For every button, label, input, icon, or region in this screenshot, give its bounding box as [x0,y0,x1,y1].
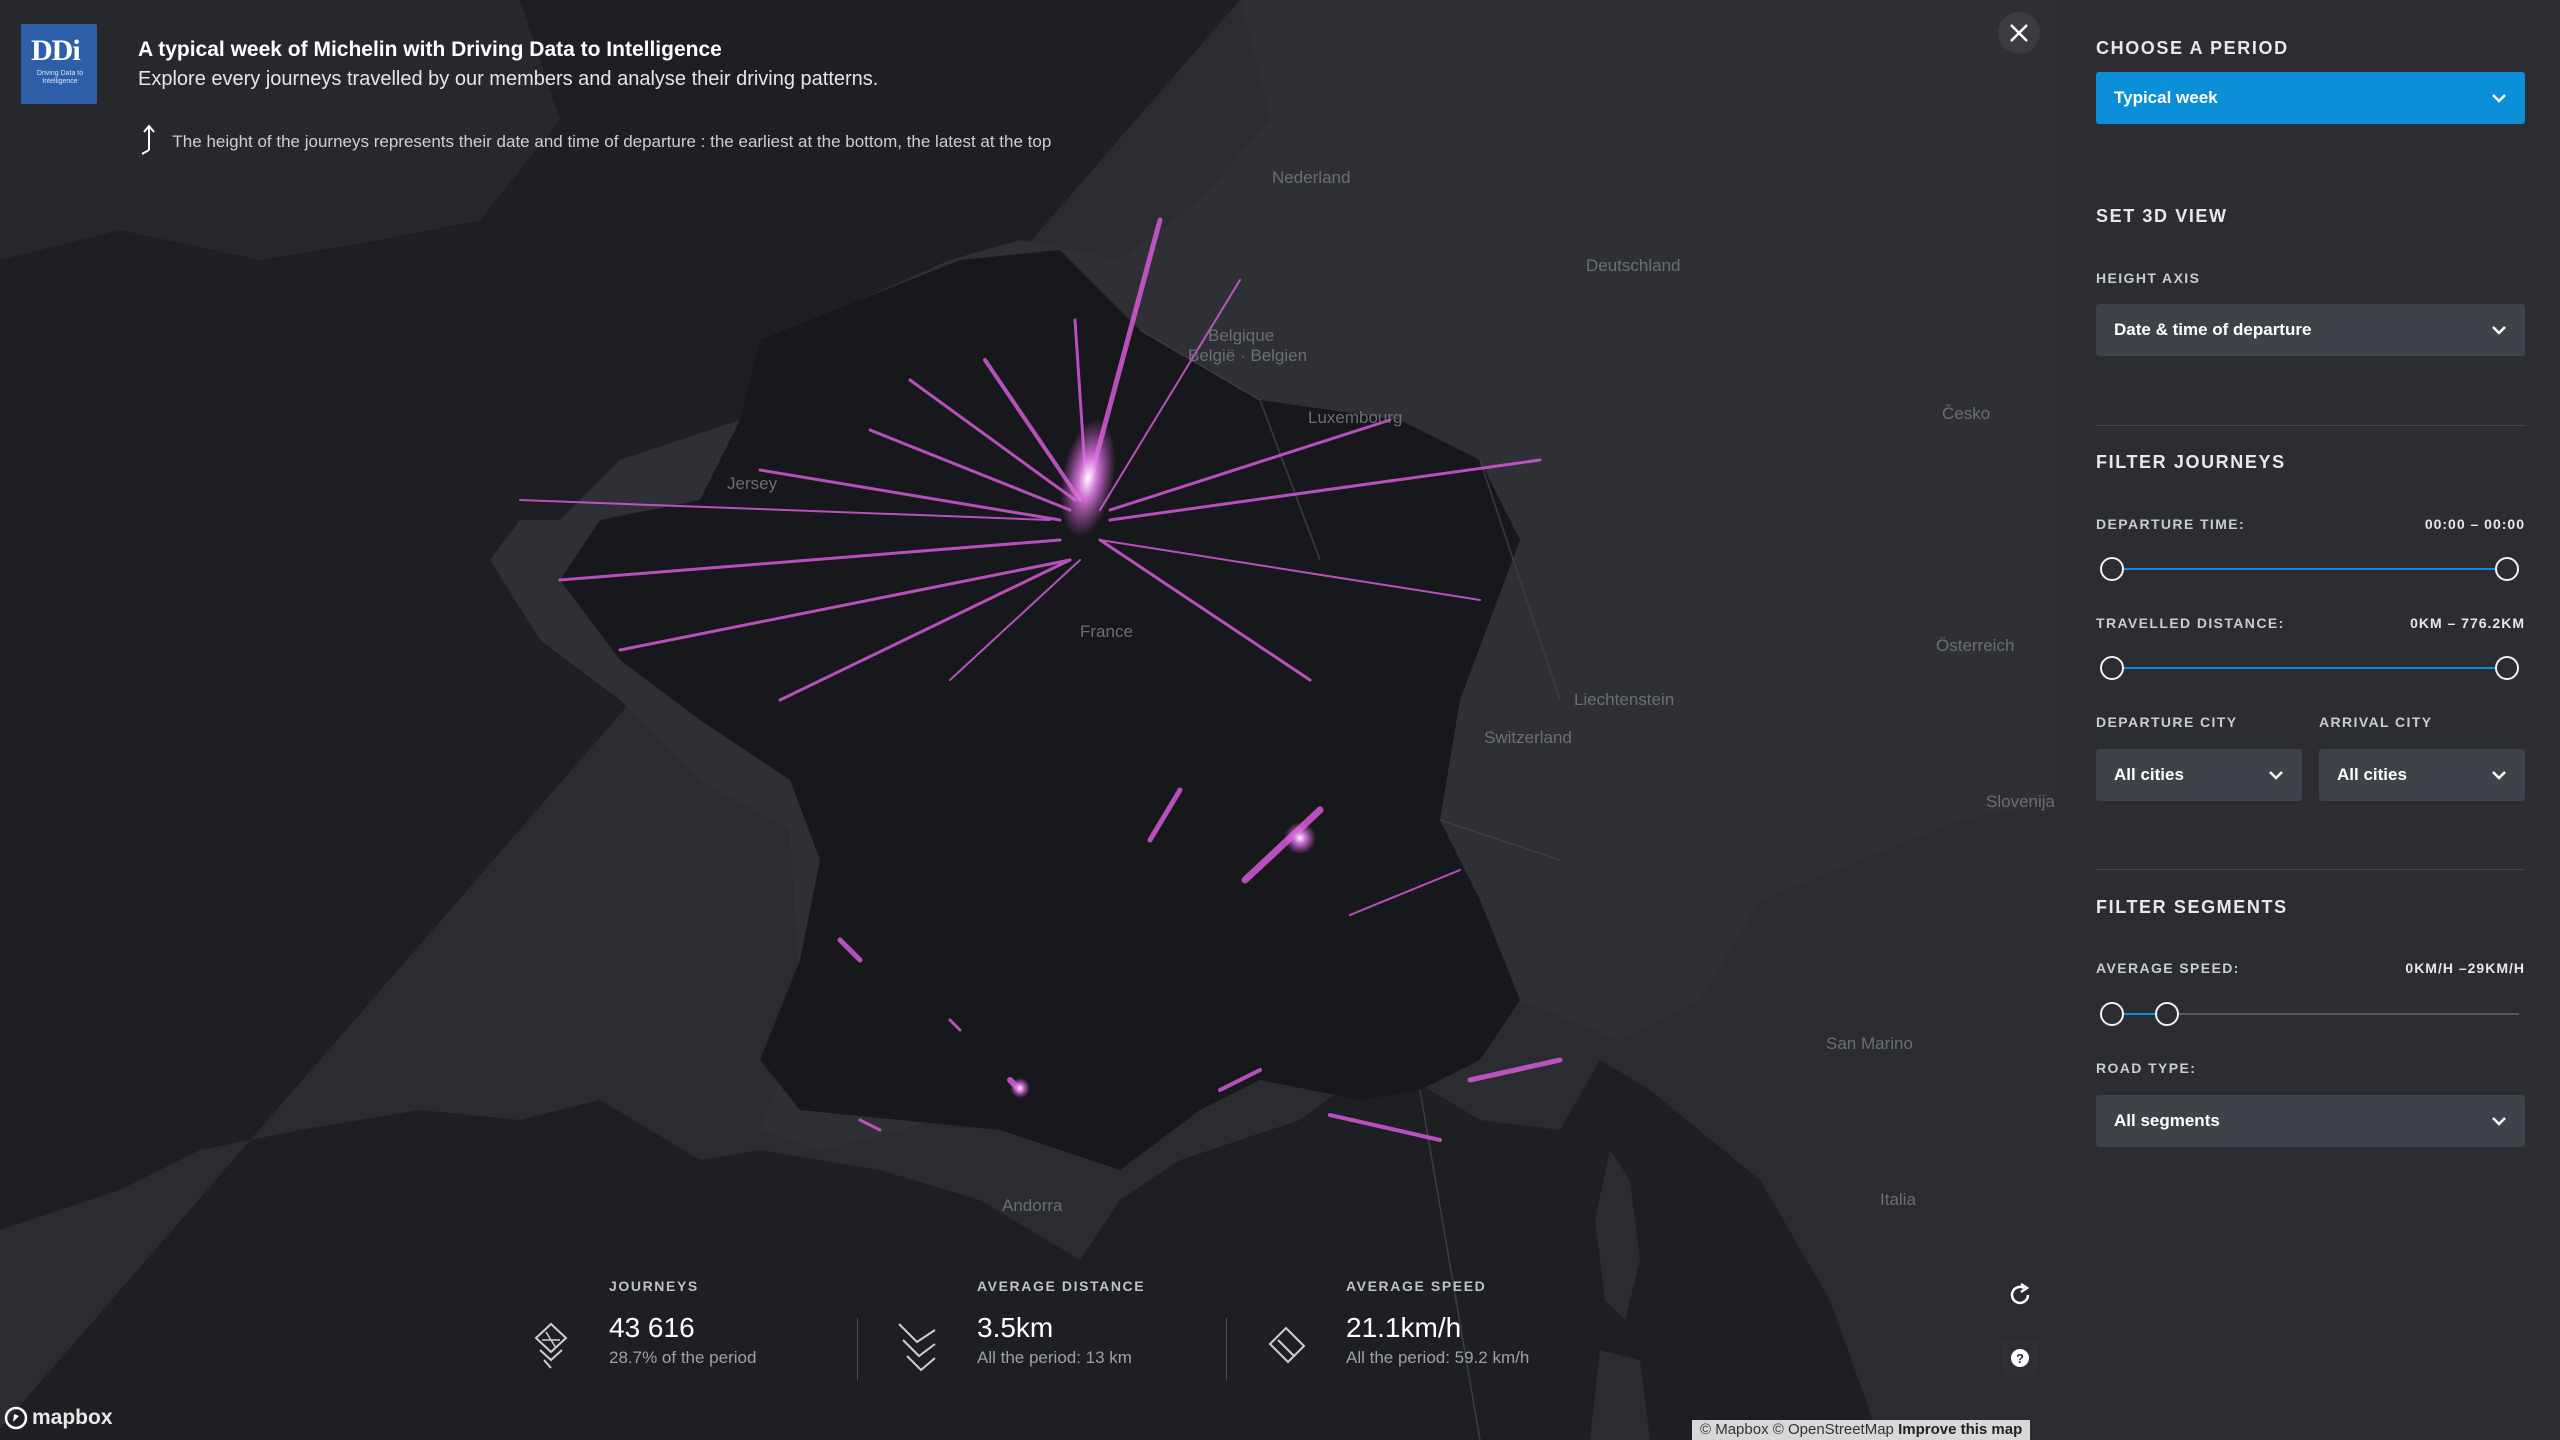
slider-thumb-max[interactable] [2495,557,2519,581]
improve-map-link[interactable]: Improve this map [1898,1421,2022,1438]
stat-sub: All the period: 59.2 km/h [1346,1348,1530,1367]
stat-sub: 28.7% of the period [609,1348,757,1367]
mapbox-wordmark: mapbox [32,1406,113,1429]
height-axis-select-value: Date & time of departure [2114,320,2312,339]
period-heading: CHOOSE A PERIOD [2096,38,2289,58]
section-divider [2096,425,2525,426]
stat-average-speed: AVERAGE SPEED 21.1km/h All the period: 5… [1346,1278,1529,1368]
map-place-label: Česko [1942,404,1991,423]
height-axis-label: HEIGHT AXIS [2096,270,2201,286]
close-button[interactable] [1998,12,2040,54]
stat-divider [857,1318,858,1380]
height-axis-select[interactable]: Date & time of departure [2096,304,2525,356]
map-canvas[interactable]: Nederland Deutschland Belgique België · Bel… [0,0,2057,1440]
map-place-label: Switzerland [1484,728,1572,747]
mapbox-logo[interactable]: mapbox [4,1406,113,1430]
slider-fill [2112,667,2507,669]
chevron-down-icon [2492,326,2506,335]
road-type-label: ROAD TYPE: [2096,1060,2197,1076]
departure-time-slider[interactable] [2096,554,2525,584]
period-select-value: Typical week [2114,88,2218,107]
stat-value: 43 616 [609,1312,695,1343]
map-place-label: Luxembourg [1308,408,1403,427]
travelled-distance-value: 0KM – 776.2KM [2410,615,2525,631]
svg-text:?: ? [2016,1351,2024,1366]
chevron-down-icon [2269,771,2283,780]
map-place-label: San Marino [1826,1034,1913,1053]
stat-label: AVERAGE SPEED [1346,1278,1487,1294]
stat-label: AVERAGE DISTANCE [977,1278,1146,1294]
slider-thumb-min[interactable] [2100,1002,2124,1026]
travelled-distance-label: TRAVELLED DISTANCE: [2096,615,2285,631]
slider-thumb-max[interactable] [2155,1002,2180,1026]
arrival-city-label: ARRIVAL CITY [2319,714,2433,730]
travelled-distance-slider[interactable] [2096,653,2525,683]
3d-view-heading: SET 3D VIEW [2096,206,2228,226]
average-speed-slider[interactable] [2096,999,2525,1029]
road-type-select[interactable]: All segments [2096,1095,2525,1147]
arrival-city-select-value: All cities [2337,765,2407,784]
up-arrow-icon [138,124,168,161]
mapbox-icon [4,1406,28,1430]
stat-value: 3.5km [977,1312,1054,1343]
height-hint: The height of the journeys represents th… [138,124,1051,161]
period-select[interactable]: Typical week [2096,72,2525,124]
control-sidebar: CHOOSE A PERIOD Typical week SET 3D VIEW… [2057,0,2560,1440]
map-place-label: Jersey [727,474,778,493]
stat-label: JOURNEYS [609,1278,699,1294]
chevron-down-icon [2492,94,2506,103]
attribution-mapbox-link[interactable]: © Mapbox [1700,1421,1769,1438]
height-hint-text: The height of the journeys represents th… [172,131,1052,151]
map-place-label: Belgique [1208,326,1275,345]
page-title: A typical week of Michelin with Driving … [138,38,722,61]
chevron-down-icon [2492,1117,2506,1126]
help-icon: ? [2011,1349,2029,1367]
arrival-city-select[interactable]: All cities [2319,749,2525,801]
map-place-label: België · Belgien [1188,346,1308,365]
slider-thumb-min[interactable] [2100,557,2124,581]
slider-thumb-min[interactable] [2100,656,2124,680]
average-speed-label: AVERAGE SPEED: [2096,960,2240,976]
map-place-label: Deutschland [1586,256,1681,275]
stat-journeys: JOURNEYS 43 616 28.7% of the period [609,1278,756,1368]
refresh-icon [2010,1282,2030,1305]
stat-divider [1226,1318,1227,1380]
ddi-logo: DDi Driving Data to Intelligence [21,24,97,104]
stat-sub: All the period: 13 km [977,1348,1132,1367]
map-place-label: Italia [1880,1190,1916,1209]
departure-time-label: DEPARTURE TIME: [2096,516,2246,532]
speed-icon [1268,1326,1306,1364]
close-icon [2010,24,2028,42]
road-type-select-value: All segments [2114,1111,2220,1130]
map-place-label: Österreich [1936,636,2015,655]
section-divider [2096,869,2525,870]
departure-city-select-value: All cities [2114,765,2184,784]
logo-text: DDi [31,34,81,67]
stat-value: 21.1km/h [1346,1312,1462,1343]
slider-thumb-max[interactable] [2495,656,2519,680]
slider-fill [2112,568,2507,570]
page-subtitle: Explore every journeys travelled by our … [138,68,879,90]
filter-segments-heading: FILTER SEGMENTS [2096,897,2288,917]
reset-view-button[interactable] [2002,1277,2038,1313]
stat-average-distance: AVERAGE DISTANCE 3.5km All the period: 1… [977,1278,1145,1368]
logo-subtext: Driving Data to Intelligence [36,70,84,85]
chevron-down-icon [2492,771,2506,780]
help-button[interactable]: ? [2002,1340,2038,1376]
map-place-label: Liechtenstein [1574,690,1675,709]
average-speed-value: 0KM/H –29KM/H [2405,960,2525,976]
filter-journeys-heading: FILTER JOURNEYS [2096,452,2286,472]
distance-icon [898,1323,936,1372]
map-attribution: © Mapbox © OpenStreetMap Improve this ma… [1692,1420,2031,1440]
map-background [0,0,2057,1440]
departure-city-select[interactable]: All cities [2096,749,2302,801]
map-place-label: France [1080,622,1133,641]
journeys-icon [534,1322,568,1369]
map-place-label: Andorra [1002,1196,1063,1215]
departure-time-value: 00:00 – 00:00 [2424,516,2525,532]
attribution-osm-link[interactable]: © OpenStreetMap [1773,1421,1894,1438]
map-place-label: Slovenija [1986,792,2055,811]
map-place-label: Nederland [1272,168,1351,187]
departure-city-label: DEPARTURE CITY [2096,714,2238,730]
